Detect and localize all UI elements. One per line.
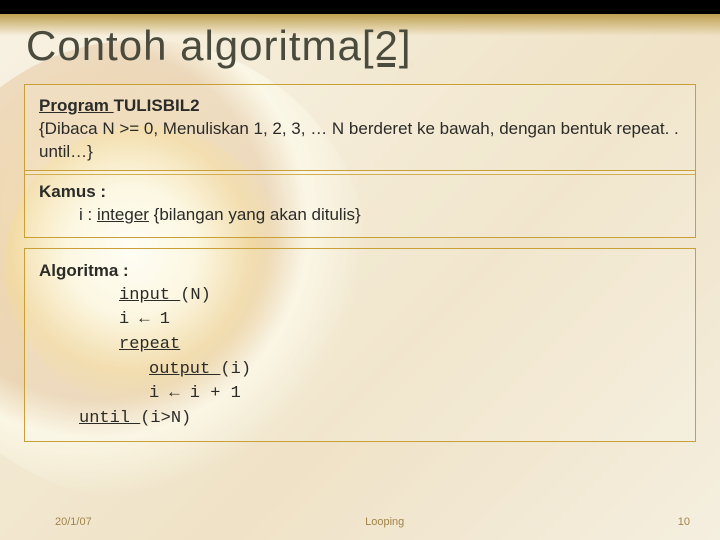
- program-name: TULISBIL2: [114, 96, 200, 115]
- footer-center: Looping: [92, 516, 678, 528]
- footer-date: 20/1/07: [0, 516, 92, 528]
- input-keyword: input: [119, 286, 180, 305]
- footer-page: 10: [678, 516, 720, 528]
- slide-title: Contoh algoritma[2]: [26, 22, 412, 70]
- program-keyword: Program: [39, 96, 114, 115]
- program-line1: Program TULISBIL2: [39, 95, 681, 118]
- footer: 20/1/07 Looping 10: [0, 516, 720, 528]
- output-keyword: output: [149, 360, 220, 379]
- kamus-line: i : integer {bilangan yang akan ditulis}: [39, 204, 681, 227]
- kamus-heading: Kamus :: [39, 181, 681, 204]
- algo-input: input (N): [39, 284, 681, 309]
- program-desc: {Dibaca N >= 0, Menuliskan 1, 2, 3, … N …: [39, 118, 681, 164]
- kamus-comment: {bilangan yang akan ditulis}: [149, 205, 361, 224]
- output-arg: (i): [220, 360, 251, 379]
- input-arg: (N): [180, 286, 211, 305]
- kamus-box: Kamus : i : integer {bilangan yang akan …: [24, 170, 696, 238]
- kamus-var: i :: [79, 205, 97, 224]
- algo-output: output (i): [39, 358, 681, 383]
- algo-repeat: repeat: [39, 333, 681, 358]
- algo-until: until (i>N): [39, 407, 681, 432]
- until-keyword: until: [79, 409, 140, 428]
- title-text: Contoh algoritma: [26, 22, 362, 69]
- algoritma-heading: Algoritma :: [39, 259, 681, 284]
- until-cond: (i>N): [140, 409, 191, 428]
- algo-assign2: i ← i + 1: [39, 382, 681, 407]
- algoritma-box: Algoritma : input (N) i ← 1 repeat outpu…: [24, 248, 696, 442]
- top-black-bar: [0, 0, 720, 14]
- algo-assign1: i ← 1: [39, 308, 681, 333]
- title-bracket: [2]: [362, 22, 412, 69]
- kamus-type: integer: [97, 205, 149, 224]
- program-box: Program TULISBIL2 {Dibaca N >= 0, Menuli…: [24, 84, 696, 175]
